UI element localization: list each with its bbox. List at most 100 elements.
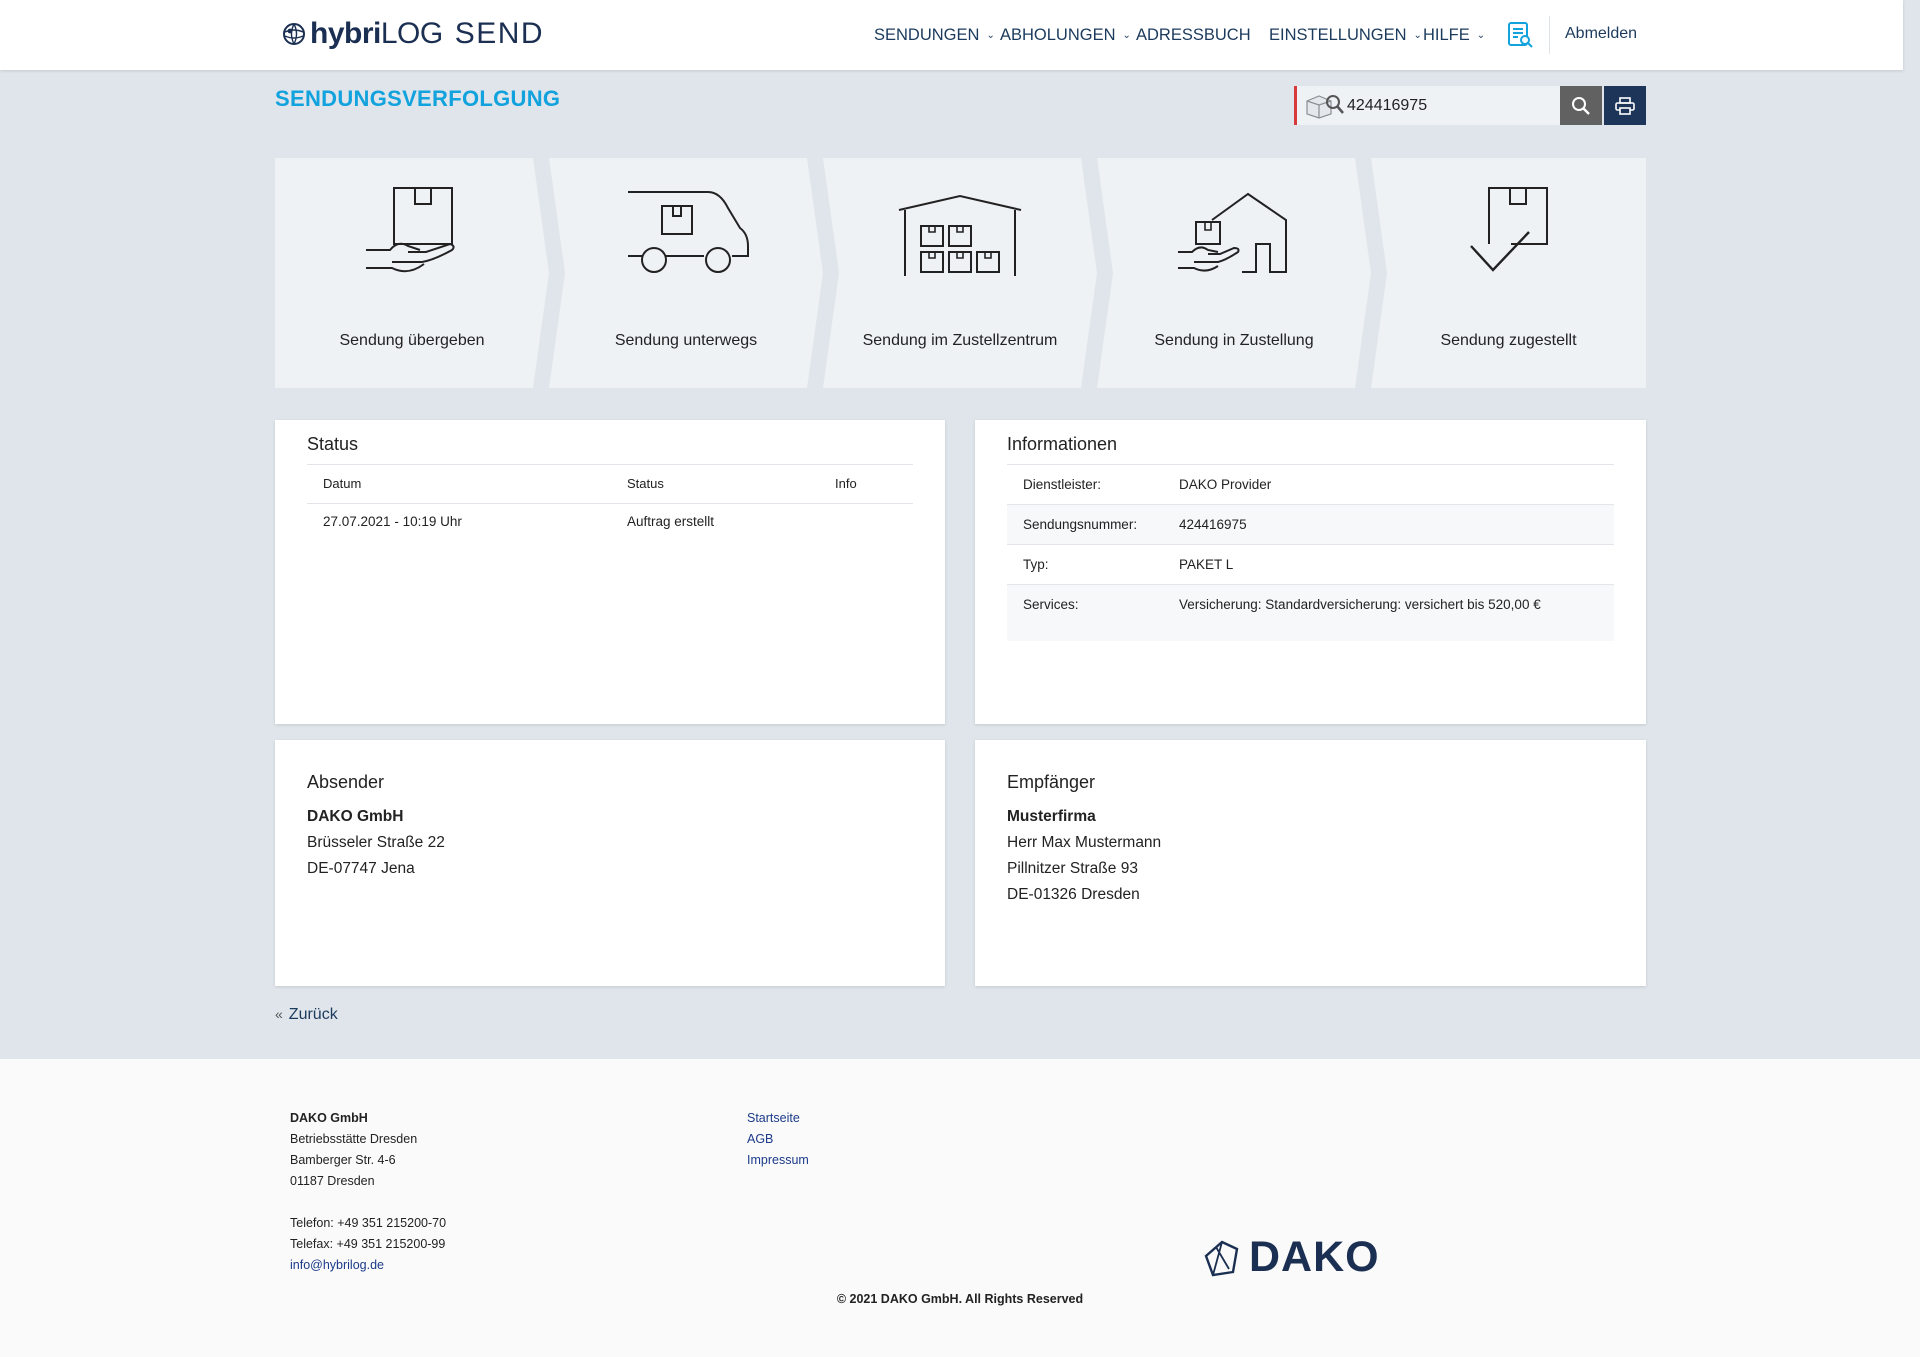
dako-logo-mark-icon — [1204, 1240, 1239, 1276]
footer-link-startseite[interactable]: Startseite — [747, 1108, 809, 1129]
tracking-number-input[interactable] — [1347, 86, 1559, 125]
tracking-progress-steps: Sendung übergeben Sendung unterwegs Send… — [275, 158, 1646, 388]
sender-name: DAKO GmbH — [307, 808, 404, 825]
chevron-down-icon: ⌄ — [1122, 29, 1131, 41]
recipient-street: Pillnitzer Straße 93 — [1007, 860, 1138, 877]
step-label: Sendung zugestellt — [1440, 332, 1577, 349]
back-link[interactable]: « Zurück — [275, 1006, 338, 1024]
footer-fax: Telefax: +49 351 215200-99 — [290, 1237, 446, 1251]
column-header-info: Info — [835, 476, 857, 491]
nav-label: ADRESSBUCH — [1136, 25, 1251, 44]
step-distribution-center: Sendung im Zustellzentrum — [823, 158, 1097, 388]
status-title: Status — [307, 434, 359, 454]
sender-street: Brüsseler Straße 22 — [307, 834, 445, 851]
footer-company: DAKO GmbH — [290, 1111, 368, 1125]
step-label: Sendung unterwegs — [614, 332, 758, 349]
footer-city: 01187 Dresden — [290, 1174, 375, 1188]
warehouse-icon — [898, 194, 1022, 276]
chevron-down-icon: ⌄ — [1476, 29, 1486, 41]
nav-label: ABHOLUNGEN — [1000, 25, 1116, 44]
hybrilog-send-logo[interactable]: hybri LOG SEND — [282, 17, 544, 51]
recipient-card: Empfänger Musterfirma Herr Max Musterman… — [975, 740, 1646, 986]
information-title: Informationen — [1007, 434, 1118, 454]
printer-icon — [1615, 96, 1635, 115]
recipient-address: Musterfirma Herr Max Mustermann Pillnitz… — [1007, 804, 1161, 908]
sender-address: DAKO GmbH Brüsseler Straße 22 DE-07747 J… — [307, 804, 445, 882]
footer: DAKO GmbH Betriebsstätte Dresden Bamberg… — [0, 1059, 1920, 1357]
document-search-icon[interactable] — [1506, 21, 1534, 49]
nav-divider — [1549, 16, 1550, 54]
info-row-services: Services: Versicherung: Standardversiche… — [1007, 584, 1614, 641]
footer-company-info: DAKO GmbH Betriebsstätte Dresden Bamberg… — [290, 1108, 446, 1276]
package-search-icon — [1306, 95, 1344, 119]
chevron-down-icon: ⌄ — [986, 29, 995, 41]
nav-label: SENDUNGEN — [874, 25, 980, 44]
column-header-date: Datum — [323, 476, 362, 491]
brand-product: SEND — [454, 17, 545, 50]
search-button[interactable] — [1560, 86, 1602, 125]
dako-logo-text: DAKO — [1249, 1233, 1380, 1281]
house-delivery-icon — [1178, 192, 1287, 273]
footer-street: Bamberger Str. 4-6 — [290, 1153, 396, 1167]
nav-hilfe[interactable]: HILFE ⌄ — [1423, 22, 1485, 48]
recipient-city: DE-01326 Dresden — [1007, 886, 1140, 903]
info-label: Sendungsnummer: — [1023, 517, 1138, 532]
brand-name-bold: hybri — [310, 17, 381, 50]
package-check-icon — [1469, 187, 1548, 272]
info-row-tracking-number: Sendungsnummer: 424416975 — [1007, 504, 1614, 545]
delivery-van-icon — [628, 191, 749, 273]
nav-adressbuch[interactable]: ADRESSBUCH — [1136, 22, 1251, 48]
footer-link-agb[interactable]: AGB — [747, 1129, 809, 1150]
magnifier-icon — [1572, 96, 1590, 115]
page-title: SENDUNGSVERFOLGUNG — [275, 86, 561, 111]
back-label: Zurück — [288, 1006, 338, 1023]
sender-card: Absender DAKO GmbH Brüsseler Straße 22 D… — [275, 740, 945, 986]
footer-link-impressum[interactable]: Impressum — [747, 1150, 809, 1171]
footer-email-link[interactable]: info@hybrilog.de — [290, 1255, 446, 1276]
dako-logo: DAKO — [1203, 1233, 1380, 1282]
tracking-search-field[interactable] — [1294, 86, 1563, 125]
nav-label: EINSTELLUNGEN — [1269, 25, 1407, 44]
info-label: Dienstleister: — [1023, 477, 1102, 492]
hand-package-icon — [366, 187, 455, 273]
nav-sendungen[interactable]: SENDUNGEN ⌄ — [874, 22, 995, 48]
brand-name-light: LOG — [380, 17, 443, 50]
info-row-provider: Dienstleister: DAKO Provider — [1007, 464, 1614, 505]
information-card: Informationen Dienstleister: DAKO Provid… — [975, 420, 1646, 724]
globe-icon — [283, 23, 305, 45]
nav-label: HILFE — [1423, 25, 1470, 44]
recipient-title: Empfänger — [1007, 772, 1096, 792]
step-label: Sendung übergeben — [339, 332, 485, 349]
step-label: Sendung im Zustellzentrum — [862, 332, 1058, 349]
step-delivered: Sendung zugestellt — [1371, 158, 1646, 388]
column-header-status: Status — [627, 476, 664, 491]
nav-einstellungen[interactable]: EINSTELLUNGEN ⌄ — [1269, 22, 1422, 48]
nav-abholungen[interactable]: ABHOLUNGEN ⌄ — [1000, 22, 1131, 48]
info-label: Typ: — [1023, 557, 1049, 572]
info-label: Services: — [1023, 597, 1079, 612]
step-handed-over: Sendung übergeben — [275, 158, 549, 388]
step-out-for-delivery: Sendung in Zustellung — [1097, 158, 1371, 388]
logout-link[interactable]: Abmelden — [1565, 25, 1637, 43]
recipient-contact: Herr Max Mustermann — [1007, 834, 1162, 851]
info-value: 424416975 — [1179, 517, 1247, 532]
info-value: DAKO Provider — [1179, 477, 1272, 492]
footer-links: Startseite AGB Impressum — [747, 1108, 809, 1171]
status-table-header: Datum Status Info — [307, 464, 913, 504]
chevron-down-icon: ⌄ — [1413, 29, 1422, 41]
print-button[interactable] — [1604, 86, 1646, 125]
step-in-transit: Sendung unterwegs — [549, 158, 823, 388]
copyright: © 2021 DAKO GmbH. All Rights Reserved — [836, 1292, 1084, 1306]
recipient-name: Musterfirma — [1007, 808, 1096, 825]
footer-branch: Betriebsstätte Dresden — [290, 1132, 418, 1146]
row-date: 27.07.2021 - 10:19 Uhr — [323, 514, 462, 529]
sender-city: DE-07747 Jena — [307, 860, 415, 877]
info-row-type: Typ: PAKET L — [1007, 544, 1614, 585]
double-chevron-left-icon: « — [275, 1006, 283, 1022]
info-value: PAKET L — [1179, 557, 1234, 572]
info-value: Versicherung: Standardversicherung: vers… — [1179, 597, 1541, 612]
row-status: Auftrag erstellt — [627, 514, 715, 529]
top-header: hybri LOG SEND SENDUNGEN ⌄ ABHOLUNGEN ⌄ ADRE… — [0, 0, 1903, 70]
step-label: Sendung in Zustellung — [1154, 332, 1314, 349]
footer-phone: Telefon: +49 351 215200-70 — [290, 1216, 447, 1230]
